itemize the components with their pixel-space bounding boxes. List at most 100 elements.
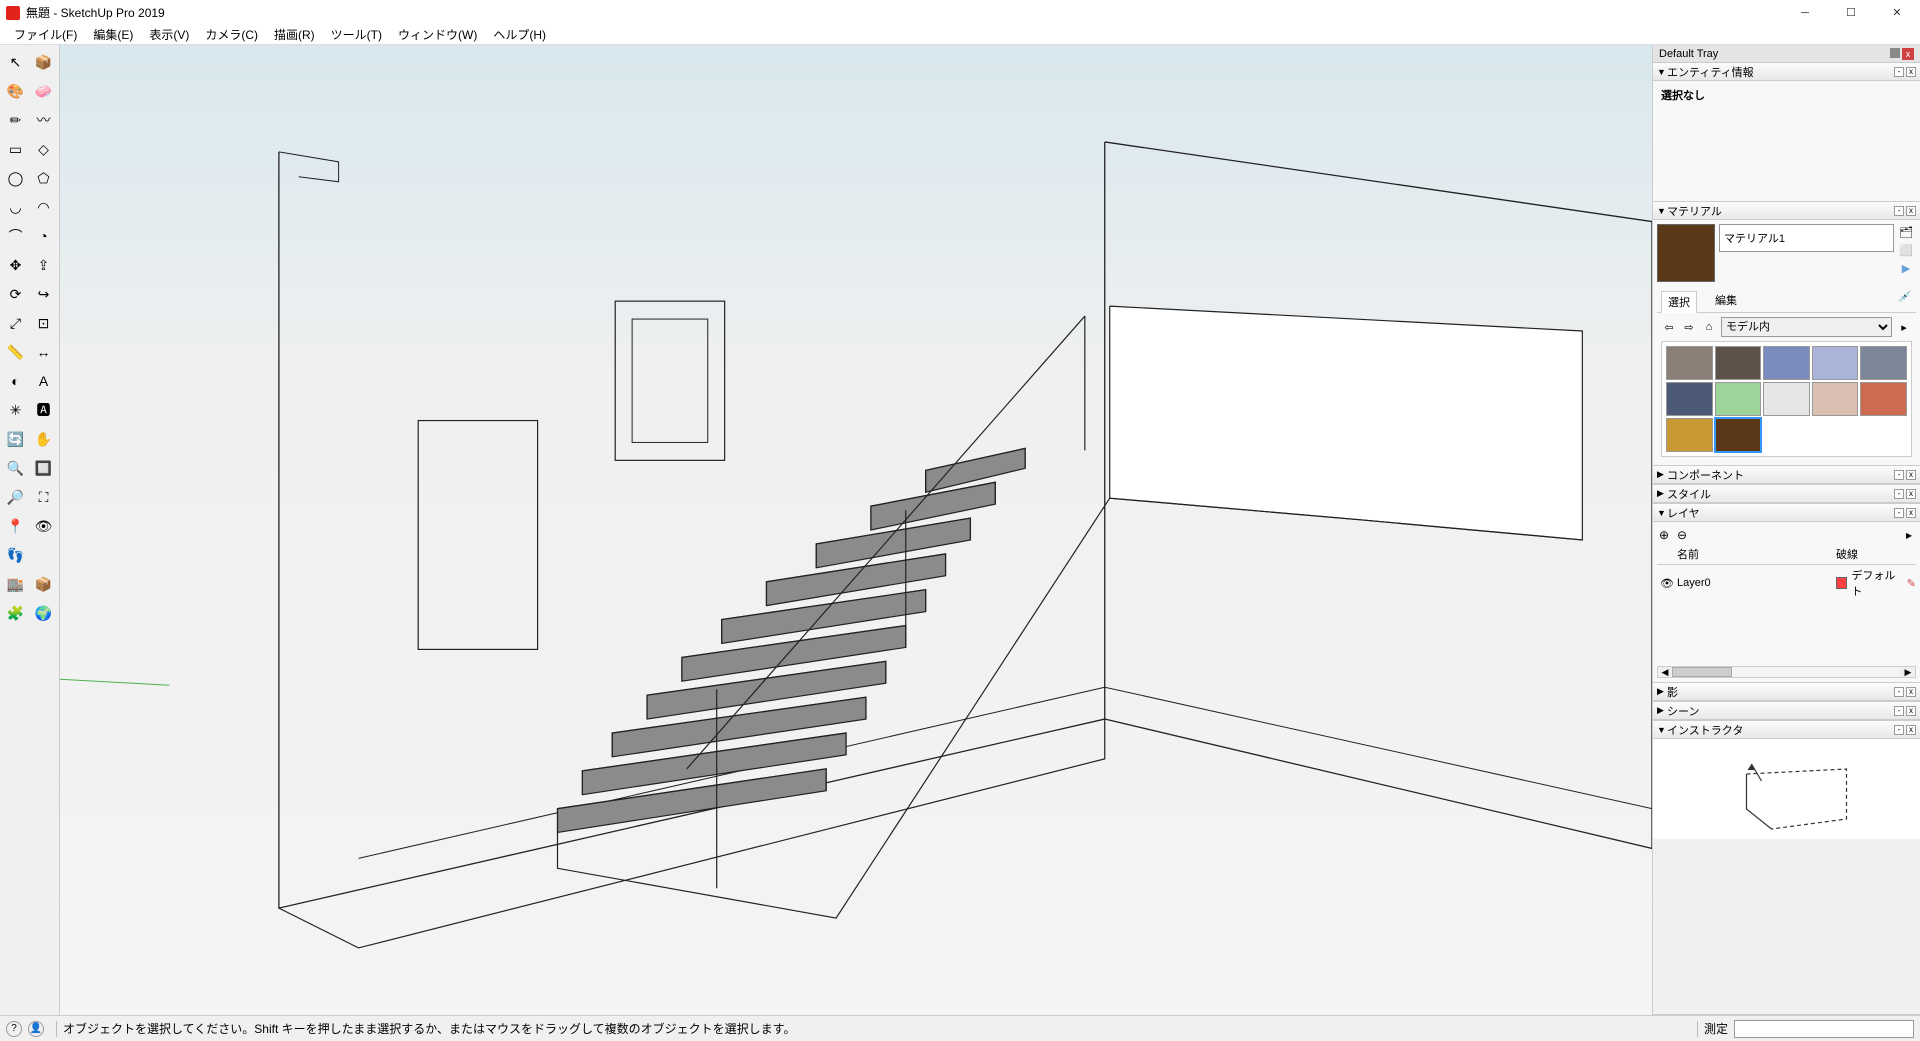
3dtext-tool[interactable]: 🅰 xyxy=(31,397,57,423)
material-name-input[interactable] xyxy=(1719,224,1894,252)
tape-tool[interactable]: 📏 xyxy=(3,339,29,365)
panel-min-icon[interactable]: - xyxy=(1894,470,1904,480)
user-icon[interactable]: 👤 xyxy=(28,1021,44,1037)
nav-fwd-icon[interactable]: ⇨ xyxy=(1681,319,1697,335)
scroll-right-icon[interactable]: ▶ xyxy=(1901,667,1915,678)
arc-tool[interactable]: ◡ xyxy=(3,194,29,220)
material-swatch[interactable] xyxy=(1715,418,1762,452)
select-tool[interactable]: ↖ xyxy=(3,49,29,75)
current-material-swatch[interactable] xyxy=(1657,224,1715,282)
menu-item[interactable]: 表示(V) xyxy=(141,24,197,45)
materials-select-tab[interactable]: 選択 xyxy=(1661,291,1697,313)
paint-tool[interactable]: 🎨 xyxy=(3,78,29,104)
orbit-tool[interactable]: 🔄 xyxy=(3,426,29,452)
geoloc-tool[interactable]: 🌍 xyxy=(31,600,57,626)
shadows-header[interactable]: ▶ 影 -x xyxy=(1653,683,1920,701)
nav-back-icon[interactable]: ⇦ xyxy=(1661,319,1677,335)
panel-close-icon[interactable]: x xyxy=(1906,206,1916,216)
layer-row[interactable]: 👁 Layer0 デフォルト✎ xyxy=(1657,565,1916,601)
panel-min-icon[interactable]: - xyxy=(1894,508,1904,518)
prev-tool[interactable]: 🔎 xyxy=(3,484,29,510)
material-swatch[interactable] xyxy=(1666,418,1713,452)
material-swatch[interactable] xyxy=(1666,346,1713,380)
rotate-tool[interactable]: ⟳ xyxy=(3,281,29,307)
styles-header[interactable]: ▶ スタイル -x xyxy=(1653,485,1920,503)
default-material-icon[interactable]: ⬜ xyxy=(1898,242,1914,258)
rotated-rect-tool[interactable]: ◇ xyxy=(31,136,57,162)
pushpull-tool[interactable]: ⇪ xyxy=(31,252,57,278)
tray-pin-icon[interactable] xyxy=(1890,48,1900,58)
arc3-tool[interactable]: ⌒ xyxy=(3,223,29,249)
zoomwindow-tool[interactable]: 🔲 xyxy=(31,455,57,481)
menu-item[interactable]: ウィンドウ(W) xyxy=(390,24,485,45)
panel-close-icon[interactable]: x xyxy=(1906,725,1916,735)
zoomextents-tool[interactable]: ⛶ xyxy=(31,484,57,510)
panel-close-icon[interactable]: x xyxy=(1906,67,1916,77)
line-tool[interactable]: ✏ xyxy=(3,107,29,133)
component-tool[interactable]: 📦 xyxy=(31,49,57,75)
section-tool[interactable] xyxy=(31,542,57,568)
rectangle-tool[interactable]: ▭ xyxy=(3,136,29,162)
lookaround-tool[interactable]: 👁 xyxy=(31,513,57,539)
layer-color-swatch[interactable] xyxy=(1836,577,1847,589)
menu-item[interactable]: 編集(E) xyxy=(85,24,141,45)
maximize-button[interactable]: ☐ xyxy=(1828,0,1874,25)
materials-edit-tab[interactable]: 編集 xyxy=(1709,290,1743,312)
add-layer-icon[interactable]: ⊕ xyxy=(1657,528,1671,542)
create-material-icon[interactable]: 🗂 xyxy=(1898,224,1914,240)
material-library-select[interactable]: モデル内 xyxy=(1721,317,1892,337)
scenes-header[interactable]: ▶ シーン -x xyxy=(1653,702,1920,720)
pie-tool[interactable]: ◔ xyxy=(31,223,57,249)
material-swatch[interactable] xyxy=(1715,346,1762,380)
warehouse2-tool[interactable]: 📦 xyxy=(31,571,57,597)
panel-close-icon[interactable]: x xyxy=(1906,489,1916,499)
eyedropper-icon[interactable]: 💉 xyxy=(1898,290,1912,312)
layer-edit-icon[interactable]: ✎ xyxy=(1907,577,1916,590)
panel-min-icon[interactable]: - xyxy=(1894,687,1904,697)
layer-menu-icon[interactable]: ▸ xyxy=(1902,528,1916,542)
material-arrow-icon[interactable]: ▶ xyxy=(1898,260,1914,276)
eraser-tool[interactable]: 🧼 xyxy=(31,78,57,104)
position-tool[interactable]: 📍 xyxy=(3,513,29,539)
menu-item[interactable]: ヘルプ(H) xyxy=(485,24,554,45)
scroll-left-icon[interactable]: ◀ xyxy=(1658,667,1672,678)
axes-tool[interactable]: ✳ xyxy=(3,397,29,423)
menu-item[interactable]: 描画(R) xyxy=(266,24,323,45)
move-tool[interactable]: ✥ xyxy=(3,252,29,278)
panel-close-icon[interactable]: x xyxy=(1906,706,1916,716)
material-swatch[interactable] xyxy=(1860,382,1907,416)
panel-min-icon[interactable]: - xyxy=(1894,489,1904,499)
help-icon[interactable]: ? xyxy=(6,1021,22,1037)
text-tool[interactable]: A xyxy=(31,368,57,394)
panel-close-icon[interactable]: x xyxy=(1906,508,1916,518)
dimension-tool[interactable]: ↔ xyxy=(31,339,57,365)
library-menu-icon[interactable]: ▸ xyxy=(1896,319,1912,335)
nav-home-icon[interactable]: ⌂ xyxy=(1701,319,1717,335)
material-swatch[interactable] xyxy=(1715,382,1762,416)
protractor-tool[interactable]: ◐ xyxy=(3,368,29,394)
followme-tool[interactable]: ↪ xyxy=(31,281,57,307)
material-swatch[interactable] xyxy=(1763,382,1810,416)
menu-item[interactable]: ファイル(F) xyxy=(6,24,85,45)
components-header[interactable]: ▶ コンポーネント -x xyxy=(1653,466,1920,484)
walk-tool[interactable]: 👣 xyxy=(3,542,29,568)
scroll-thumb[interactable] xyxy=(1672,667,1732,677)
minimize-button[interactable]: ─ xyxy=(1782,0,1828,25)
viewport-canvas[interactable] xyxy=(60,45,1652,1015)
panel-min-icon[interactable]: - xyxy=(1894,206,1904,216)
circle-tool[interactable]: ◯ xyxy=(3,165,29,191)
pan-tool[interactable]: ✋ xyxy=(31,426,57,452)
freehand-tool[interactable]: 〰 xyxy=(31,107,57,133)
close-button[interactable]: ✕ xyxy=(1874,0,1920,25)
extension-tool[interactable]: 🧩 xyxy=(3,600,29,626)
material-swatch[interactable] xyxy=(1860,346,1907,380)
panel-min-icon[interactable]: - xyxy=(1894,706,1904,716)
menu-item[interactable]: ツール(T) xyxy=(323,24,390,45)
entity-info-header[interactable]: ▼ エンティティ情報 -x xyxy=(1653,63,1920,81)
scale-tool[interactable]: ⤢ xyxy=(3,310,29,336)
materials-header[interactable]: ▼ マテリアル -x xyxy=(1653,202,1920,220)
material-swatch[interactable] xyxy=(1763,346,1810,380)
panel-close-icon[interactable]: x xyxy=(1906,687,1916,697)
material-swatch[interactable] xyxy=(1812,346,1859,380)
panel-min-icon[interactable]: - xyxy=(1894,725,1904,735)
